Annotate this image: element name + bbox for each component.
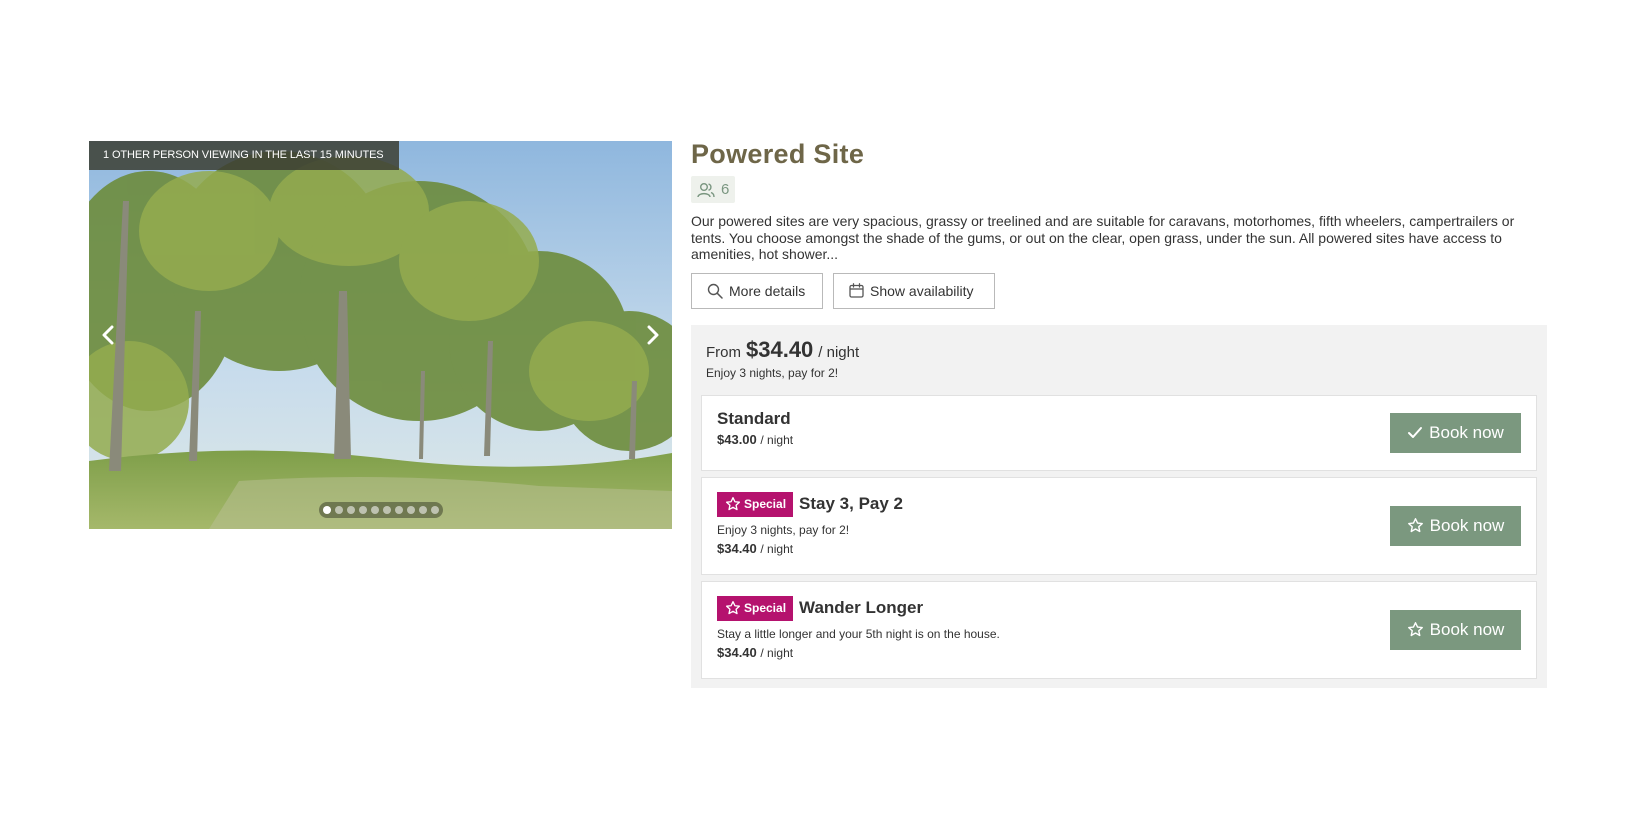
- from-label: From: [706, 343, 741, 361]
- from-price-unit: / night: [818, 343, 860, 361]
- special-badge: Special: [717, 595, 794, 621]
- search-icon: [707, 283, 723, 299]
- rate-price-amount: $43.00: [717, 431, 757, 447]
- rate-subtitle: Enjoy 3 nights, pay for 2!: [717, 522, 850, 537]
- rate-card-wander-longer: Special Wander Longer Stay a little long…: [701, 580, 1537, 679]
- rate-name: Wander Longer: [799, 598, 924, 617]
- slide-dot[interactable]: [407, 506, 415, 514]
- more-details-button[interactable]: More details: [691, 272, 823, 309]
- rate-title-row: Special Wander Longer: [717, 595, 1000, 621]
- rate-price: $34.40 / night: [717, 541, 903, 556]
- slide-dot[interactable]: [347, 506, 355, 514]
- special-badge-label: Special: [744, 497, 787, 511]
- rate-name: Stay 3, Pay 2: [799, 494, 903, 513]
- special-badge: Special: [717, 491, 794, 517]
- from-price-amount: $34.40: [746, 336, 814, 362]
- show-availability-label: Show availability: [870, 282, 974, 299]
- slide-dot[interactable]: [335, 506, 343, 514]
- slide-dot[interactable]: [419, 506, 427, 514]
- more-details-label: More details: [729, 282, 806, 299]
- people-icon: [697, 182, 715, 197]
- previous-slide-button[interactable]: [93, 317, 123, 353]
- chevron-left-icon: [102, 325, 114, 345]
- slide-dot[interactable]: [383, 506, 391, 514]
- rate-name: Standard: [717, 408, 791, 428]
- book-now-label: Book now: [1429, 422, 1504, 442]
- site-photo: [89, 141, 672, 529]
- from-price: From $34.40 / night: [701, 337, 1537, 365]
- viewers-notice: 1 OTHER PERSON VIEWING IN THE LAST 15 MI…: [89, 141, 399, 170]
- star-icon: [726, 601, 740, 615]
- rate-price: $34.40 / night: [717, 645, 1000, 660]
- slide-dot[interactable]: [395, 506, 403, 514]
- rate-title-row: Special Stay 3, Pay 2: [717, 491, 903, 517]
- slide-dot[interactable]: [359, 506, 367, 514]
- calendar-icon: [849, 283, 864, 298]
- show-availability-button[interactable]: Show availability: [833, 272, 995, 309]
- site-details: Powered Site 6 Our powered sites are ver…: [691, 136, 1547, 688]
- slide-dot[interactable]: [323, 506, 331, 514]
- star-icon: [1407, 622, 1423, 637]
- rate-price-unit: / night: [760, 432, 794, 447]
- rate-subtitle: Stay a little longer and your 5th night …: [717, 626, 1000, 641]
- star-icon: [726, 497, 740, 511]
- rate-card-standard: Standard $43.00 / night Book now: [701, 394, 1537, 471]
- next-slide-button[interactable]: [638, 317, 668, 353]
- book-now-button-standard[interactable]: Book now: [1390, 412, 1521, 453]
- guest-count: 6: [721, 181, 730, 198]
- chevron-right-icon: [647, 325, 659, 345]
- slide-dot[interactable]: [371, 506, 379, 514]
- book-now-label: Book now: [1429, 515, 1505, 535]
- rate-price-unit: / night: [760, 541, 794, 556]
- rate-price-unit: / night: [760, 645, 794, 660]
- special-badge-label: Special: [744, 601, 787, 615]
- action-buttons: More details Show availability: [691, 272, 1547, 309]
- book-now-label: Book now: [1429, 619, 1505, 639]
- photo-gallery[interactable]: 1 OTHER PERSON VIEWING IN THE LAST 15 MI…: [89, 141, 672, 529]
- rate-price-amount: $34.40: [717, 644, 757, 660]
- check-icon: [1408, 426, 1423, 438]
- slide-dot[interactable]: [431, 506, 439, 514]
- page-title: Powered Site: [691, 139, 865, 169]
- rate-price: $43.00 / night: [717, 432, 793, 447]
- slide-indicators: [319, 502, 443, 518]
- from-price-note: Enjoy 3 nights, pay for 2!: [706, 365, 839, 380]
- guest-capacity: 6: [691, 176, 736, 203]
- book-now-button-wander-longer[interactable]: Book now: [1390, 609, 1521, 650]
- star-icon: [1407, 518, 1423, 533]
- rate-card-stay-3-pay-2: Special Stay 3, Pay 2 Enjoy 3 nights, pa…: [701, 476, 1537, 575]
- rates-panel: From $34.40 / night Enjoy 3 nights, pay …: [691, 324, 1547, 688]
- rate-price-amount: $34.40: [717, 540, 757, 556]
- book-now-button-stay-3-pay-2[interactable]: Book now: [1390, 505, 1521, 546]
- site-description: Our powered sites are very spacious, gra…: [691, 213, 1515, 262]
